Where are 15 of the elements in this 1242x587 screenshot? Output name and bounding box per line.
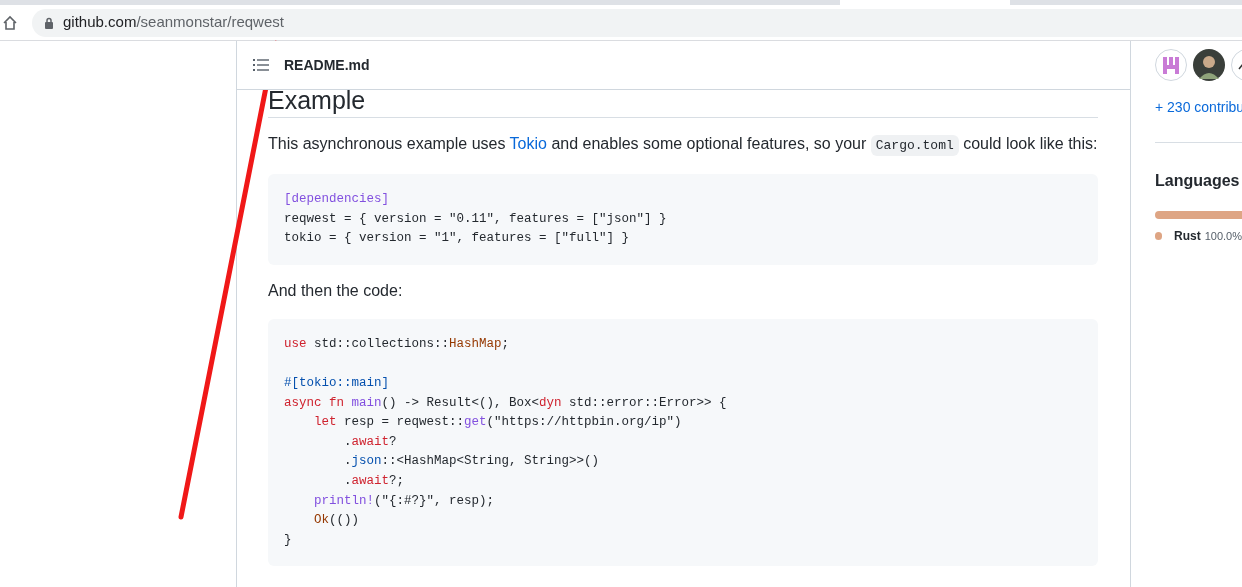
lock-icon[interactable] — [44, 16, 54, 29]
url-text: github.com/seanmonstar/reqwest — [63, 12, 284, 33]
language-percent: 100.0% — [1204, 228, 1242, 244]
language-name[interactable]: Rust — [1174, 227, 1201, 245]
paragraph: And then the code: — [268, 280, 404, 301]
tokio-link[interactable]: Tokio — [509, 135, 547, 152]
code-block: [dependencies] reqwest = { version = "0.11", features = ["json"] } tokio = { version = "1", features = ["full"] } — [268, 174, 1098, 265]
code-block: use std::collections::HashMap; #[tokio::main] async fn main() -> Result<(), Box<dyn std::error::Error>> { let resp = reqwest::get("https://httpbin.org/ip") .await? .json::<HashMap<String, String>>() .await?; println!("{:#?}", resp); Ok(()) } — [268, 318, 1098, 567]
address-bar[interactable]: github.com/seanmonstar/reqwest — [32, 8, 1242, 37]
section-heading: Languages — [1155, 171, 1241, 191]
avatar[interactable] — [1193, 49, 1225, 81]
paragraph: This asynchronous example uses Tokio and enables some optional features, so your Cargo.toml could look like this: — [268, 132, 1098, 158]
list-icon[interactable] — [253, 58, 269, 72]
home-icon[interactable] — [2, 14, 18, 31]
file-name: README.md — [284, 55, 370, 75]
